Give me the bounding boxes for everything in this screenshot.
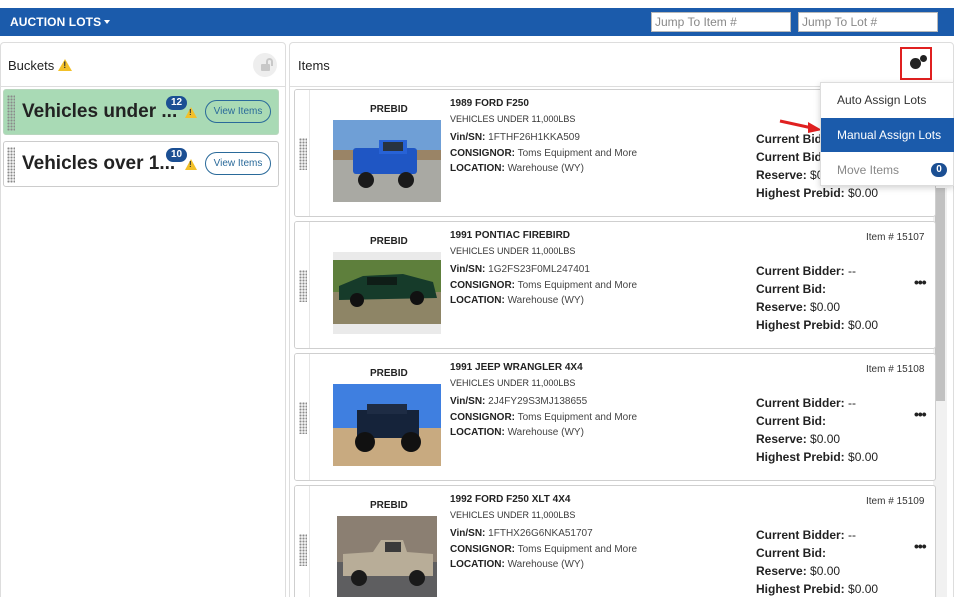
warning-icon [58,58,73,71]
current-bidder: Current Bidder: -- [756,264,857,278]
item-number: Item # 15107 [866,232,925,243]
gear-small-icon [920,55,927,62]
item-location: LOCATION: Warehouse (WY) [450,559,584,570]
warning-icon [185,107,197,118]
top-strip [0,0,954,8]
view-items-button[interactable]: View Items [205,100,271,123]
current-bid: Current Bid: [756,282,826,296]
item-category: VEHICLES UNDER 11,000LBS [450,510,576,520]
drag-column [295,90,310,216]
item-number: Item # 15109 [866,496,925,507]
item-card: PREBID 1991 JEEP WRANGLER 4X4 VEHICLES U… [294,353,936,481]
view-items-button[interactable]: View Items [205,152,271,175]
current-bidder: Current Bidder: -- [756,528,857,542]
item-location: LOCATION: Warehouse (WY) [450,163,584,174]
items-header: Items [290,43,953,87]
items-title: Items [298,58,330,73]
highest-prebid: Highest Prebid: $0.00 [756,318,879,332]
item-location: LOCATION: Warehouse (WY) [450,295,584,306]
bucket-name: Vehicles over 1... [22,153,176,174]
bucket-vehicles-over[interactable]: Vehicles over 1... 10 View Items [3,141,279,187]
item-title[interactable]: 1992 FORD F250 XLT 4X4 [450,494,570,505]
top-nav-bar: AUCTION LOTS [0,8,954,36]
drag-handle-icon[interactable] [7,95,15,131]
reserve: Reserve: $0. [756,168,827,182]
bucket-count-badge: 10 [166,148,188,162]
current-bid: Current Bid: [756,414,826,428]
vehicle-photo[interactable] [333,516,441,597]
current-bid: Current Bid: [756,546,826,560]
settings-dropdown-menu: Auto Assign Lots Manual Assign Lots Move… [820,82,954,186]
item-location: LOCATION: Warehouse (WY) [450,427,584,438]
item-category: VEHICLES UNDER 11,000LBS [450,114,576,124]
unlock-button[interactable] [253,53,277,77]
bucket-count-badge: 12 [166,96,188,110]
vehicle-photo[interactable] [333,384,441,466]
highest-prebid: Highest Prebid: $0.00 [756,582,879,596]
reserve: Reserve: $0.00 [756,564,841,578]
jump-to-lot-input[interactable] [798,12,938,32]
scrollbar-thumb[interactable] [935,188,945,401]
buckets-title: Buckets [8,58,73,73]
lock-body-icon [261,64,270,71]
warning-icon [185,159,197,170]
move-items-count-badge: 0 [931,163,947,177]
jump-to-item-input[interactable] [651,12,791,32]
item-number: Item # 15108 [866,364,925,375]
prebid-tag: PREBID [370,368,408,379]
item-consignor: CONSIGNOR: Toms Equipment and More [450,280,638,291]
auction-lots-menu[interactable]: AUCTION LOTS [10,15,111,29]
prebid-tag: PREBID [370,236,408,247]
ellipsis-icon[interactable]: ••• [914,538,927,554]
item-title[interactable]: 1989 FORD F250 [450,98,529,109]
bucket-vehicles-under[interactable]: Vehicles under ... 12 View Items [3,89,279,135]
drag-handle-icon[interactable] [7,147,15,183]
item-title[interactable]: 1991 PONTIAC FIREBIRD [450,230,570,241]
ellipsis-icon[interactable]: ••• [914,274,927,290]
reserve: Reserve: $0.00 [756,300,841,314]
prebid-tag: PREBID [370,104,408,115]
drag-handle-icon[interactable] [299,270,307,302]
drag-handle-icon[interactable] [299,402,307,434]
item-card: PREBID 1991 PONTIAC FIREBIRD VEHICLES UN… [294,221,936,349]
drag-column [295,486,310,597]
highest-prebid: Highest Prebid: $0.00 [756,450,879,464]
menu-item-move-items[interactable]: Move Items 0 [821,153,954,187]
item-consignor: CONSIGNOR: Toms Equipment and More [450,412,638,423]
reserve: Reserve: $0.00 [756,432,841,446]
drag-column [295,222,310,348]
item-category: VEHICLES UNDER 11,000LBS [450,246,576,256]
menu-item-label: Move Items [837,163,900,177]
ellipsis-icon[interactable]: ••• [914,406,927,422]
vehicle-photo[interactable] [333,252,441,334]
settings-button[interactable] [900,47,932,80]
menu-item-manual-assign-lots[interactable]: Manual Assign Lots [821,118,954,152]
vehicle-photo[interactable] [333,120,441,202]
item-title[interactable]: 1991 JEEP WRANGLER 4X4 [450,362,583,373]
current-bidder: Current Bidder: -- [756,396,857,410]
item-consignor: CONSIGNOR: Toms Equipment and More [450,148,638,159]
menu-item-auto-assign-lots[interactable]: Auto Assign Lots [821,83,954,117]
drag-handle-icon[interactable] [299,534,307,566]
prebid-tag: PREBID [370,500,408,511]
item-card: PREBID 1992 FORD F250 XLT 4X4 VEHICLES U… [294,485,936,597]
buckets-header: Buckets [1,43,285,87]
item-vin: Vin/SN: 1FTHF26H1KKA509 [450,132,580,143]
highest-prebid: Highest Prebid: $0.00 [756,186,879,200]
item-vin: Vin/SN: 1FTHX26G6NKA51707 [450,528,593,539]
red-arrow-icon [779,119,822,133]
caret-down-icon [104,19,111,24]
item-consignor: CONSIGNOR: Toms Equipment and More [450,544,638,555]
item-vin: Vin/SN: 1G2FS23F0ML247401 [450,264,590,275]
drag-handle-icon[interactable] [299,138,307,170]
drag-column [295,354,310,480]
item-category: VEHICLES UNDER 11,000LBS [450,378,576,388]
bucket-name: Vehicles under ... [22,101,178,122]
item-vin: Vin/SN: 2J4FY29S3MJ138655 [450,396,588,407]
current-bid: Current Bid [756,150,822,164]
